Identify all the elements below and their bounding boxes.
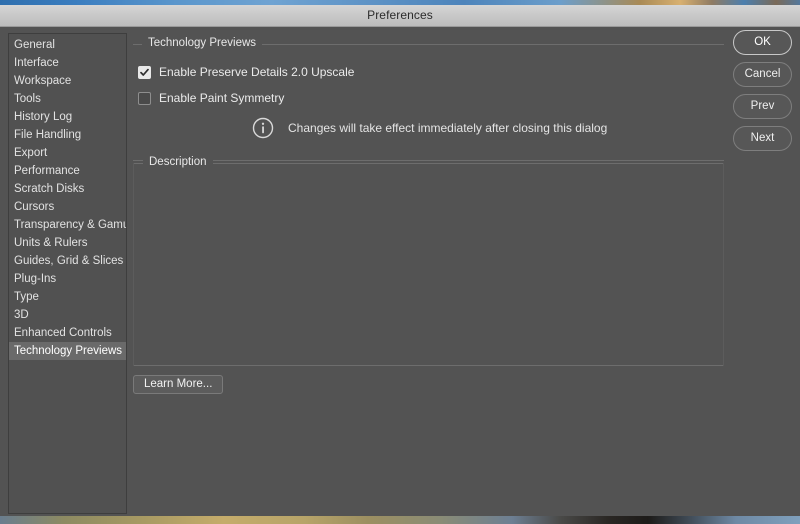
description-group: Description xyxy=(133,156,724,366)
sidebar-item-interface[interactable]: Interface xyxy=(9,54,126,72)
sidebar-item-history-log[interactable]: History Log xyxy=(9,108,126,126)
screenshot-root: Preferences General Interface Workspace … xyxy=(0,0,800,524)
checkbox-label-preserve-details: Enable Preserve Details 2.0 Upscale xyxy=(159,65,355,79)
checkbox-paint-symmetry[interactable] xyxy=(138,91,151,105)
dialog-body: General Interface Workspace Tools Histor… xyxy=(0,27,800,516)
sidebar-item-general[interactable]: General xyxy=(9,36,126,54)
group-bottom-rule xyxy=(133,160,724,161)
dialog-titlebar[interactable]: Preferences xyxy=(0,5,800,27)
sidebar-item-3d[interactable]: 3D xyxy=(9,306,126,324)
sidebar-item-tools[interactable]: Tools xyxy=(9,90,126,108)
checkbox-row-paint-symmetry[interactable]: Enable Paint Symmetry xyxy=(138,91,284,105)
category-list[interactable]: General Interface Workspace Tools Histor… xyxy=(8,33,127,514)
sidebar-item-workspace[interactable]: Workspace xyxy=(9,72,126,90)
sidebar-item-transparency-gamut[interactable]: Transparency & Gamut xyxy=(9,216,126,234)
dialog-title: Preferences xyxy=(367,8,433,22)
info-circle-icon xyxy=(252,117,274,139)
next-button[interactable]: Next xyxy=(733,126,792,151)
preferences-dialog: Preferences General Interface Workspace … xyxy=(0,5,800,516)
checkbox-label-paint-symmetry: Enable Paint Symmetry xyxy=(159,91,285,105)
prev-button[interactable]: Prev xyxy=(733,94,792,119)
sidebar-item-performance[interactable]: Performance xyxy=(9,162,126,180)
sidebar-item-technology-previews[interactable]: Technology Previews xyxy=(9,342,126,360)
technology-previews-group: Technology Previews Enable Preserve Deta… xyxy=(133,37,724,161)
sidebar-item-export[interactable]: Export xyxy=(9,144,126,162)
description-bottom-rule xyxy=(134,365,723,366)
desktop-background-bottom xyxy=(0,516,800,524)
sidebar-item-units-rulers[interactable]: Units & Rulers xyxy=(9,234,126,252)
info-note-text: Changes will take effect immediately aft… xyxy=(288,121,608,135)
sidebar-item-cursors[interactable]: Cursors xyxy=(9,198,126,216)
sidebar-item-scratch-disks[interactable]: Scratch Disks xyxy=(9,180,126,198)
sidebar-item-enhanced-controls[interactable]: Enhanced Controls xyxy=(9,324,126,342)
sidebar-item-plug-ins[interactable]: Plug-Ins xyxy=(9,270,126,288)
technology-previews-group-label: Technology Previews xyxy=(142,37,263,49)
dialog-action-buttons: OK Cancel Prev Next xyxy=(733,30,793,158)
learn-more-button[interactable]: Learn More... xyxy=(133,375,224,394)
checkbox-row-preserve-details[interactable]: Enable Preserve Details 2.0 Upscale xyxy=(138,65,354,79)
sidebar-item-file-handling[interactable]: File Handling xyxy=(9,126,126,144)
sidebar-item-guides-grid-slices[interactable]: Guides, Grid & Slices xyxy=(9,252,126,270)
checkbox-preserve-details[interactable] xyxy=(138,65,151,79)
description-group-label: Description xyxy=(143,156,213,168)
sidebar-item-type[interactable]: Type xyxy=(9,288,126,306)
cancel-button[interactable]: Cancel xyxy=(733,62,792,87)
description-top-rule xyxy=(134,163,723,164)
ok-button[interactable]: OK xyxy=(733,30,792,55)
info-note: Changes will take effect immediately aft… xyxy=(252,117,607,139)
